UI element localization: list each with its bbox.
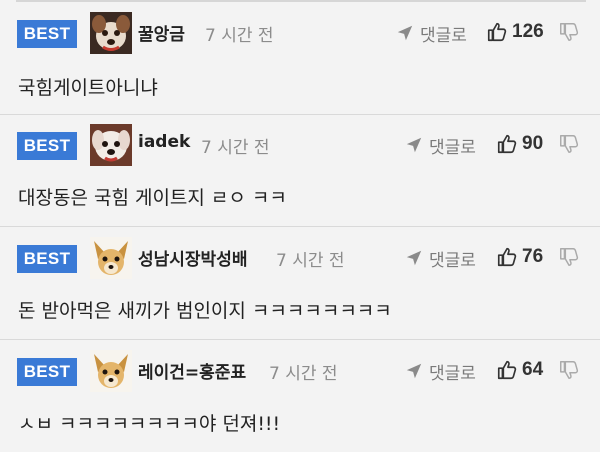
like-count: 126 [512, 21, 544, 42]
timestamp: 7 시간 전 [201, 138, 270, 158]
timestamp: 7 시간 전 [276, 251, 345, 271]
comment-header: BEST 성남시장박성배 7 시간 전 댓글로 76 [0, 228, 600, 284]
best-badge: BEST [17, 20, 77, 48]
paper-plane-icon [406, 363, 422, 379]
dog-avatar-icon [90, 124, 132, 166]
comment-header: BEST 꿀앙금 7 시간 전 댓글로 126 [0, 3, 600, 59]
best-badge: BEST [17, 358, 77, 386]
comment-list: BEST 꿀앙금 7 시간 전 댓글로 126 국힘게이트아니냐 BEST ia… [0, 0, 600, 452]
chihuahua-avatar-icon [90, 350, 132, 392]
best-badge: BEST [17, 132, 77, 160]
reply-button[interactable]: 댓글로 [405, 245, 476, 271]
comment-text: 국힘게이트아니냐 [18, 77, 158, 99]
comment-item: BEST 꿀앙금 7 시간 전 댓글로 126 국힘게이트아니냐 [0, 3, 600, 115]
nickname[interactable]: iadek [138, 132, 190, 152]
reply-label: 댓글로 [429, 250, 476, 271]
nickname[interactable]: 꿀앙금 [138, 20, 185, 45]
chihuahua-avatar-icon [90, 237, 132, 279]
nickname[interactable]: 성남시장박성배 [138, 245, 247, 270]
reply-button[interactable]: 댓글로 [405, 358, 476, 384]
comment-header: BEST 레이건=홍준표 7 시간 전 댓글로 64 [0, 341, 600, 397]
like-button[interactable]: 76 [496, 243, 543, 271]
comment-text: ㅅㅂ ㅋㅋㅋㅋㅋㅋㅋㅋ야 던져!!! [18, 413, 281, 435]
avatar[interactable] [90, 237, 132, 279]
dog-avatar-icon [90, 12, 132, 54]
thumbs-down-icon[interactable] [558, 133, 580, 155]
like-count: 90 [522, 133, 544, 154]
comment-text: 돈 받아먹은 새끼가 범인이지 ㅋㅋㅋㅋㅋㅋㅋㅋ [18, 300, 392, 322]
paper-plane-icon [406, 250, 422, 266]
like-count: 64 [522, 359, 544, 380]
timestamp: 7 시간 전 [205, 26, 274, 46]
comment-item: BEST 성남시장박성배 7 시간 전 댓글로 76 돈 받아먹은 새끼가 범인… [0, 228, 600, 340]
paper-plane-icon [397, 25, 413, 41]
thumbs-down-icon[interactable] [558, 359, 580, 381]
divider [16, 0, 586, 2]
comment-header: BEST iadek 7 시간 전 댓글로 90 [0, 115, 600, 171]
thumbs-down-icon[interactable] [558, 246, 580, 268]
reply-label: 댓글로 [420, 25, 467, 46]
reply-label: 댓글로 [429, 137, 476, 158]
avatar[interactable] [90, 12, 132, 54]
best-badge: BEST [17, 245, 77, 273]
nickname[interactable]: 레이건=홍준표 [138, 358, 246, 383]
thumbs-up-icon [497, 247, 517, 267]
reply-button[interactable]: 댓글로 [405, 132, 476, 158]
thumbs-up-icon [487, 22, 507, 42]
avatar[interactable] [90, 124, 132, 166]
paper-plane-icon [406, 137, 422, 153]
like-button[interactable]: 64 [496, 356, 543, 384]
thumbs-down-icon[interactable] [558, 21, 580, 43]
thumbs-up-icon [497, 134, 517, 154]
reply-label: 댓글로 [429, 363, 476, 384]
like-button[interactable]: 126 [486, 18, 544, 46]
avatar[interactable] [90, 350, 132, 392]
thumbs-up-icon [497, 360, 517, 380]
like-button[interactable]: 90 [496, 130, 543, 158]
timestamp: 7 시간 전 [269, 364, 338, 384]
comment-item: BEST iadek 7 시간 전 댓글로 90 대장동은 국힘 게이트지 ㄹㅇ… [0, 115, 600, 227]
comment-text: 대장동은 국힘 게이트지 ㄹㅇ ㅋㅋ [18, 187, 287, 209]
comment-item: BEST 레이건=홍준표 7 시간 전 댓글로 64 ㅅㅂ ㅋㅋㅋㅋㅋㅋㅋㅋ야 … [0, 341, 600, 452]
like-count: 76 [522, 246, 544, 267]
reply-button[interactable]: 댓글로 [396, 20, 467, 46]
